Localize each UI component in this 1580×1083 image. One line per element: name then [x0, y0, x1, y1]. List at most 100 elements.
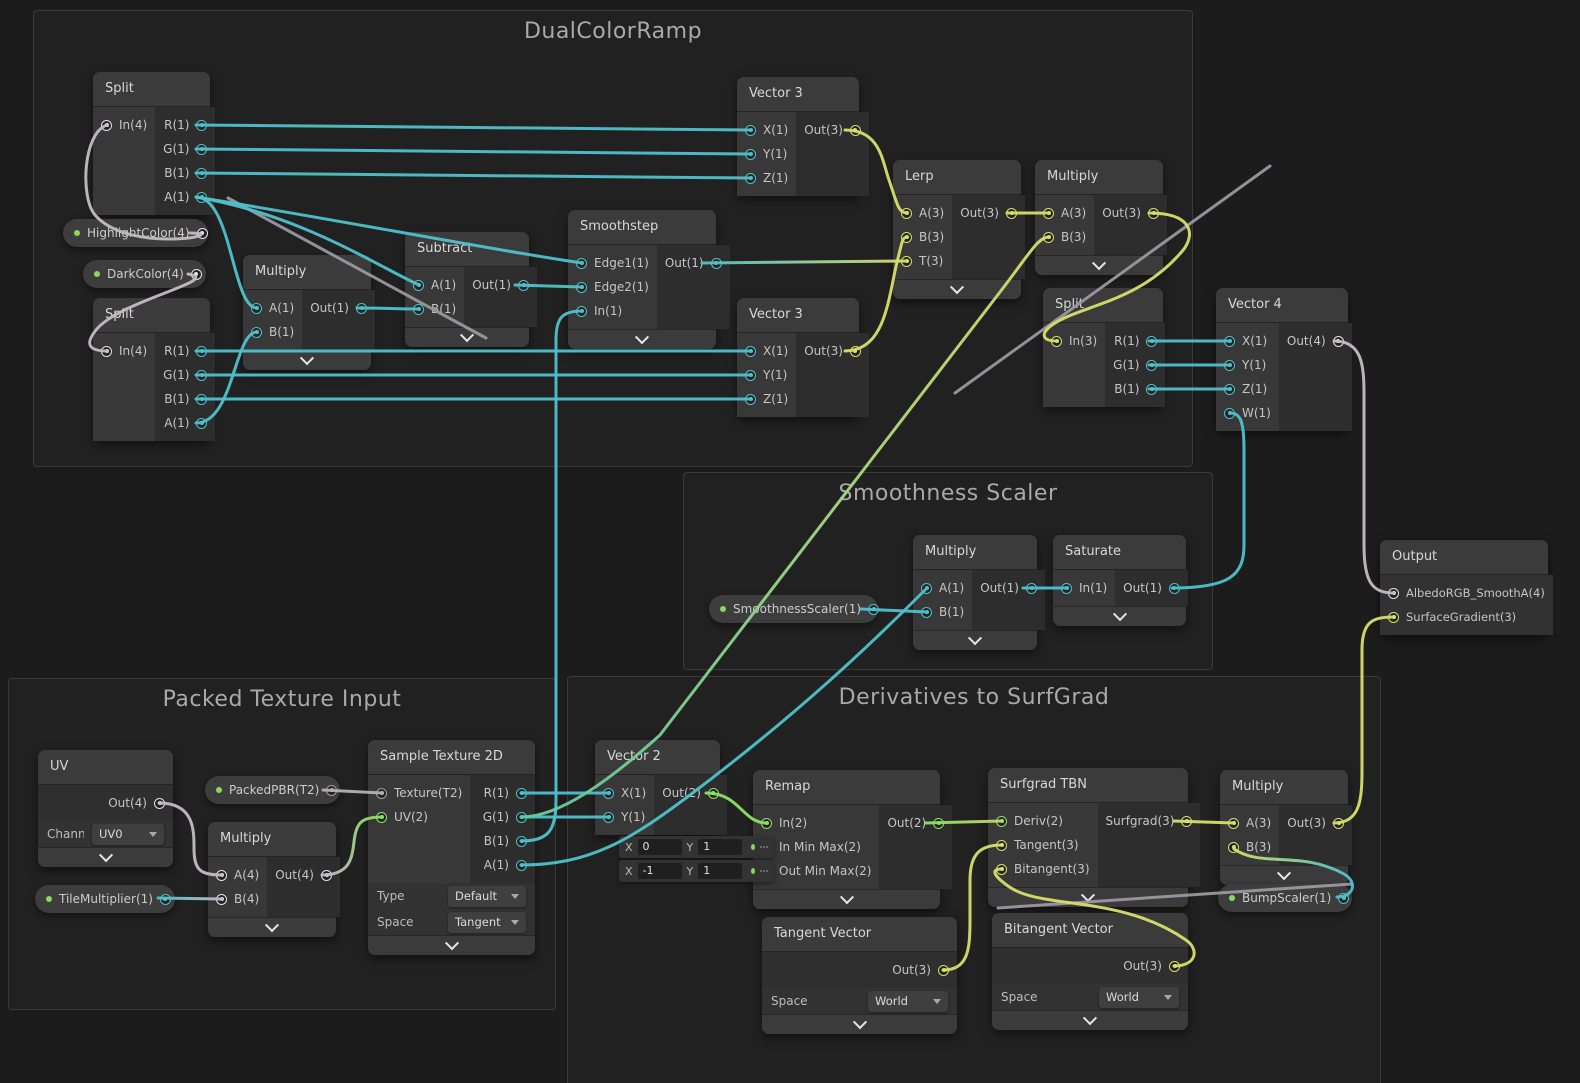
output-port[interactable] [191, 269, 202, 280]
input-port[interactable] [745, 394, 756, 405]
node-sample-texture-2d[interactable]: Sample Texture 2D Texture(T2) UV(2) R(1)… [368, 740, 535, 955]
input-port[interactable] [1224, 384, 1235, 395]
property-dark-color[interactable]: DarkColor(4) [83, 260, 206, 288]
output-port[interactable] [196, 192, 207, 203]
collapse-chevron[interactable] [893, 279, 1021, 299]
collapse-chevron[interactable] [1220, 865, 1348, 885]
output-port[interactable] [1146, 360, 1157, 371]
input-port[interactable] [603, 788, 614, 799]
node-tangent-vector[interactable]: Tangent Vector Out(3) Space World [762, 917, 957, 1034]
output-port[interactable] [516, 860, 527, 871]
node-vector3-bottom[interactable]: Vector 3 X(1) Y(1) Z(1) Out(3) [737, 298, 859, 417]
collapse-chevron[interactable] [568, 329, 716, 349]
input-port[interactable] [376, 812, 387, 823]
collapse-chevron[interactable] [753, 889, 940, 909]
y-value-field[interactable]: 1 [698, 839, 742, 855]
output-port[interactable] [516, 812, 527, 823]
collapse-chevron[interactable] [762, 1014, 957, 1034]
property-smoothness-scaler[interactable]: SmoothnessScaler(1) [709, 595, 878, 623]
property-tile-multiplier[interactable]: TileMultiplier(1) [35, 885, 175, 913]
x-value-field[interactable]: -1 [638, 863, 682, 879]
input-port[interactable] [1224, 336, 1235, 347]
input-port[interactable] [251, 303, 262, 314]
output-port[interactable] [154, 798, 165, 809]
input-port[interactable] [745, 370, 756, 381]
output-port[interactable] [516, 788, 527, 799]
node-surfgrad-tbn[interactable]: Surfgrad TBN Deriv(2) Tangent(3) Bitange… [988, 768, 1188, 907]
collapse-chevron[interactable] [1035, 255, 1163, 275]
node-uv[interactable]: UV Out(4) Channel UV0 [38, 750, 173, 867]
output-port[interactable] [1148, 208, 1159, 219]
collapse-chevron[interactable] [988, 887, 1188, 907]
output-port[interactable] [1026, 583, 1037, 594]
collapse-chevron[interactable] [405, 327, 529, 347]
node-remap[interactable]: Remap In(2) In Min Max(2) Out Min Max(2)… [753, 770, 940, 909]
input-port[interactable] [413, 280, 424, 291]
input-port[interactable] [745, 173, 756, 184]
node-split-2[interactable]: Split In(4) R(1) G(1) B(1) A(1) [93, 298, 210, 441]
output-port[interactable] [1006, 208, 1017, 219]
input-port[interactable] [1388, 588, 1399, 599]
collapse-chevron[interactable] [992, 1010, 1188, 1030]
space-dropdown[interactable]: World [868, 991, 948, 1012]
node-saturate[interactable]: Saturate In(1) Out(1) [1053, 535, 1186, 626]
input-port[interactable] [251, 327, 262, 338]
output-port[interactable] [1181, 816, 1192, 827]
output-port[interactable] [196, 370, 207, 381]
input-port[interactable] [216, 870, 227, 881]
output-port[interactable] [850, 346, 861, 357]
output-port[interactable] [1146, 336, 1157, 347]
node-smoothstep[interactable]: Smoothstep Edge1(1) Edge2(1) In(1) Out(1… [568, 210, 716, 349]
input-port[interactable] [1388, 612, 1399, 623]
node-split-3[interactable]: Split In(3) R(1) G(1) B(1) [1043, 288, 1163, 407]
node-multiply-bump[interactable]: Multiply A(3) B(3) Out(3) [1220, 770, 1348, 885]
node-multiply-color[interactable]: Multiply A(3) B(3) Out(3) [1035, 160, 1163, 275]
node-output[interactable]: Output AlbedoRGB_SmoothA(4) SurfaceGradi… [1380, 540, 1548, 635]
collapse-chevron[interactable] [368, 935, 535, 955]
output-port[interactable] [938, 965, 949, 976]
output-port[interactable] [160, 894, 171, 905]
node-vector2[interactable]: Vector 2 X(1) Y(1) Out(2) [595, 740, 720, 835]
output-port[interactable] [1169, 961, 1180, 972]
node-vector3-top[interactable]: Vector 3 X(1) Y(1) Z(1) Out(3) [737, 77, 859, 196]
input-port[interactable] [761, 818, 772, 829]
input-port[interactable] [101, 120, 112, 131]
input-port[interactable] [921, 607, 932, 618]
property-bump-scaler[interactable]: BumpScaler(1) [1218, 884, 1352, 912]
collapse-chevron[interactable] [38, 847, 173, 867]
output-port[interactable] [321, 870, 332, 881]
output-port[interactable] [1333, 336, 1344, 347]
input-port[interactable] [1061, 583, 1072, 594]
node-subtract[interactable]: Subtract A(1) B(1) Out(1) [405, 232, 529, 347]
input-port[interactable] [996, 840, 1007, 851]
input-port[interactable] [901, 256, 912, 267]
input-port[interactable] [745, 125, 756, 136]
output-port[interactable] [196, 418, 207, 429]
node-multiply-ramp[interactable]: Multiply A(1) B(1) Out(1) [243, 255, 371, 370]
y-value-field[interactable]: 1 [698, 863, 742, 879]
input-port[interactable] [1224, 408, 1235, 419]
output-port[interactable] [196, 394, 207, 405]
input-port[interactable] [745, 149, 756, 160]
input-port[interactable] [413, 304, 424, 315]
output-port[interactable] [197, 228, 208, 239]
input-port[interactable] [216, 894, 227, 905]
output-port[interactable] [196, 120, 207, 131]
output-port[interactable] [933, 818, 944, 829]
space-dropdown[interactable]: World [1099, 987, 1179, 1008]
input-port[interactable] [376, 788, 387, 799]
output-port[interactable] [196, 168, 207, 179]
input-port[interactable] [101, 346, 112, 357]
space-dropdown[interactable]: Tangent [448, 912, 526, 933]
collapse-chevron[interactable] [1053, 606, 1186, 626]
output-port[interactable] [1333, 818, 1344, 829]
input-port[interactable] [1043, 232, 1054, 243]
input-port[interactable] [1228, 818, 1239, 829]
input-port[interactable] [996, 864, 1007, 875]
property-highlight-color[interactable]: HighlightColor(4) [63, 219, 208, 247]
node-lerp[interactable]: Lerp A(3) B(3) T(3) Out(3) [893, 160, 1021, 299]
collapse-chevron[interactable] [913, 630, 1037, 650]
node-bitangent-vector[interactable]: Bitangent Vector Out(3) Space World [992, 913, 1188, 1030]
node-multiply-uv[interactable]: Multiply A(4) B(4) Out(4) [208, 822, 336, 937]
node-multiply-smoothness[interactable]: Multiply A(1) B(1) Out(1) [913, 535, 1037, 650]
